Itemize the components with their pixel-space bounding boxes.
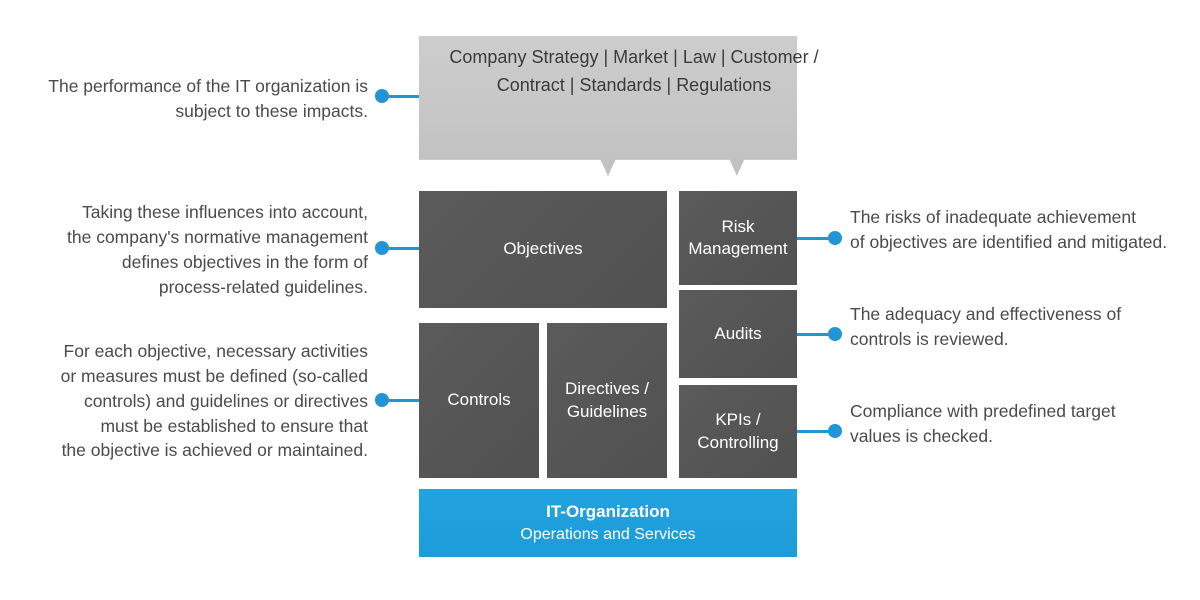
connector-right-risk [797,231,842,245]
box-kpis-controlling-label: KPIs / Controlling [697,410,779,452]
connector-right-kpis [797,424,842,438]
box-objectives[interactable]: Objectives [419,191,667,308]
connector-dot-icon [828,327,842,341]
influences-banner-text: Company Strategy | Market | Law | Custom… [449,47,819,95]
callout-right-audits: The adequacy and effectiveness of contro… [850,304,1122,349]
diagram-canvas: The performance of the IT organization i… [0,0,1200,600]
callout-right-risk: The risks of inadequate achievement of o… [850,207,1168,252]
callout-left-objectives: Taking these influences into account, th… [67,202,368,297]
box-directives-guidelines[interactable]: Directives / Guidelines [547,323,667,478]
connector-line [386,94,420,98]
box-audits[interactable]: Audits [679,290,797,378]
box-risk-management[interactable]: Risk Management [679,191,797,285]
connector-line [386,398,420,402]
box-kpis-controlling[interactable]: KPIs / Controlling [679,385,797,478]
connector-dot-icon [828,231,842,245]
callout-left-controls: For each objective, necessary activities… [60,341,368,461]
box-risk-management-label: Risk Management [688,216,788,258]
connector-dot-icon [828,424,842,438]
connector-line [797,236,831,240]
box-it-organization-subtitle: Operations and Services [520,525,696,543]
box-it-organization[interactable]: IT-Organization Operations and Services [419,489,797,557]
connector-right-audits [797,327,842,341]
box-directives-guidelines-label: Directives / Guidelines [564,379,650,421]
connector-line [797,429,831,433]
callout-right-kpis: Compliance with predefined target values… [850,401,1116,446]
callout-left-impacts: The performance of the IT organization i… [48,76,368,121]
box-controls[interactable]: Controls [419,323,539,478]
box-audits-label: Audits [714,323,762,343]
connector-left-objectives [375,241,420,255]
connector-left-controls [375,393,420,407]
connector-line [797,332,831,336]
box-it-organization-title: IT-Organization [546,501,670,521]
box-objectives-label: Objectives [503,239,583,259]
connector-left-impacts [375,89,420,103]
box-controls-label: Controls [447,390,511,410]
connector-line [386,246,420,250]
